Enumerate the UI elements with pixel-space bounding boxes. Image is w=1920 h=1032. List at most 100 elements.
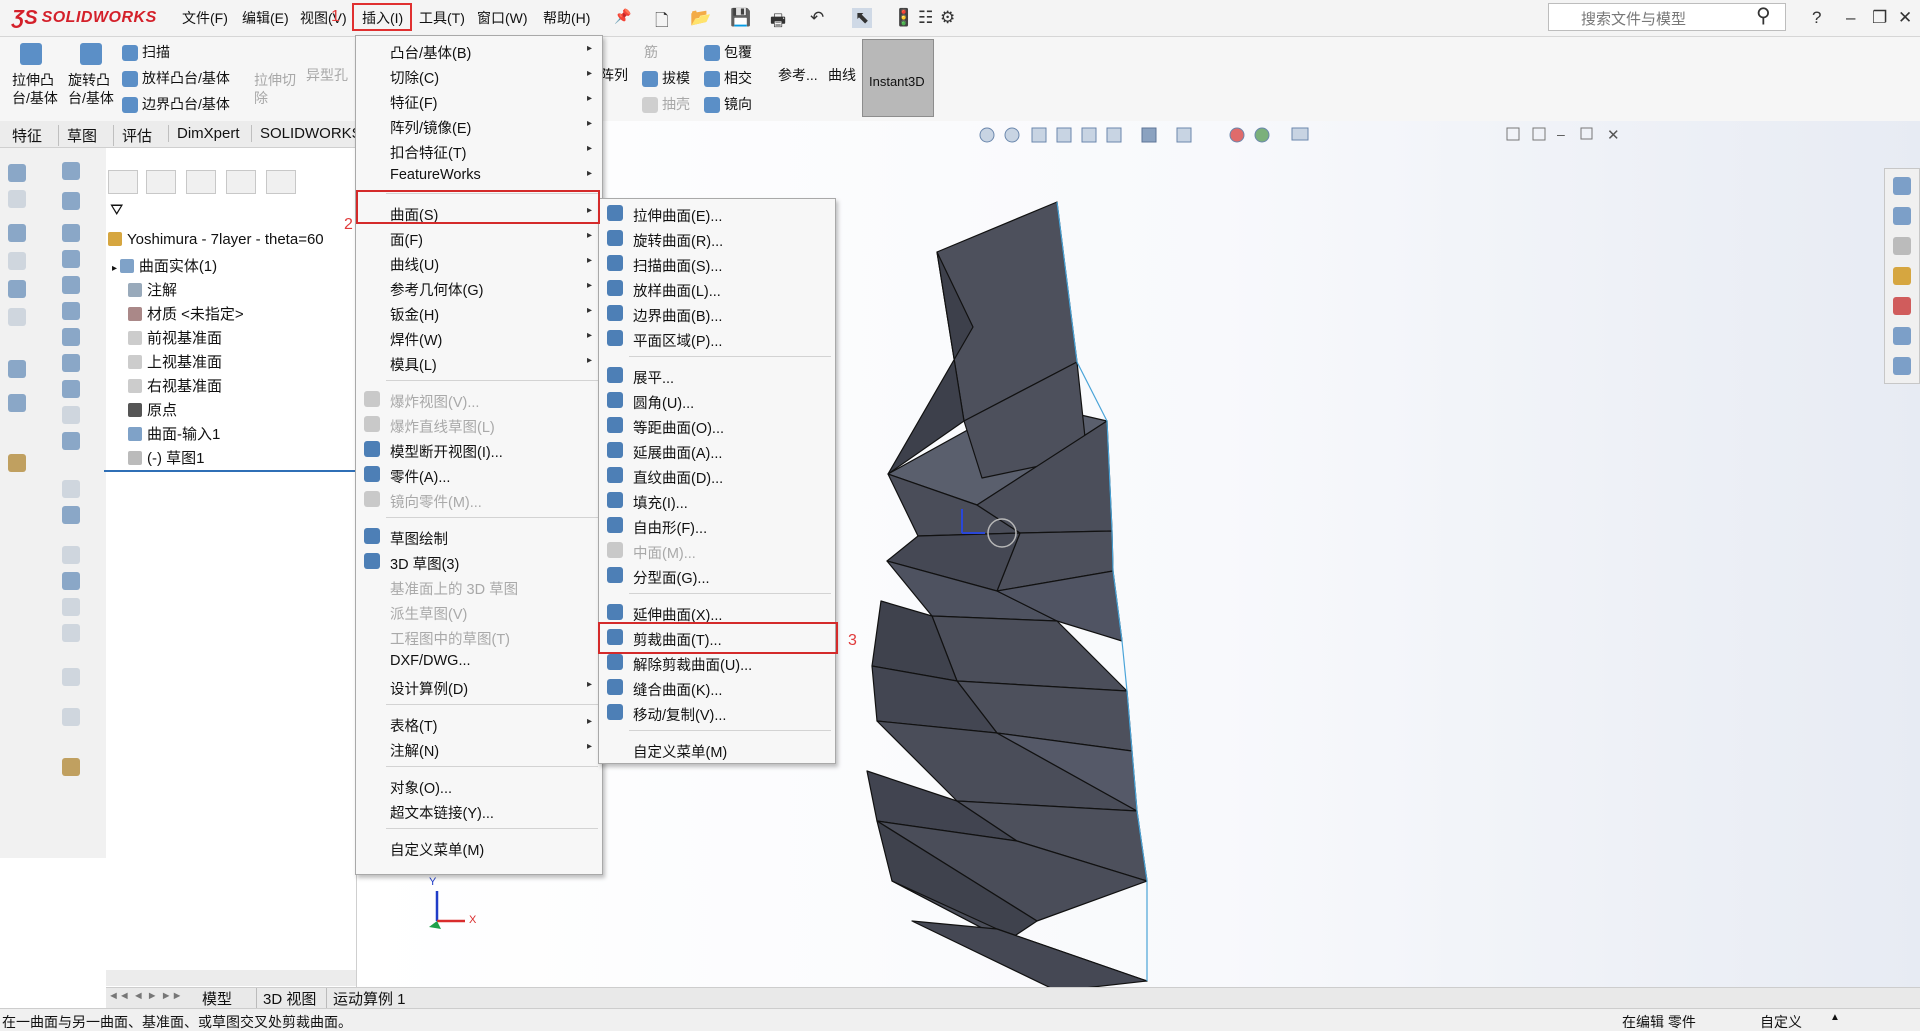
menu-edit[interactable]: 编辑(E) [242, 8, 289, 28]
surface-menu-item[interactable]: 移动/复制(V)... [599, 700, 835, 724]
insert-menu-item[interactable]: 面(F) ▸ [356, 225, 602, 249]
propertymanager-tab[interactable] [146, 170, 176, 194]
new-document-icon[interactable]: 🗋 [655, 8, 669, 37]
mirror-entities-icon[interactable] [62, 624, 80, 642]
boundary-button[interactable]: 边界凸台/基体 [122, 94, 230, 114]
apply-scene-icon[interactable] [1254, 127, 1270, 143]
revolve-tool-icon[interactable] [8, 190, 26, 208]
tree-item-material[interactable]: 材质 <未指定> [128, 303, 244, 324]
options-gear-icon[interactable]: ⚙ [940, 8, 955, 28]
tree-item-right-plane[interactable]: 右视基准面 [128, 375, 222, 396]
surface-menu-item[interactable]: 等距曲面(O)... [599, 413, 835, 437]
text-icon[interactable] [62, 506, 80, 524]
circle-icon[interactable] [62, 302, 80, 320]
insert-menu-item[interactable]: FeatureWorks ▸ [356, 163, 602, 187]
insert-menu-item[interactable]: 参考几何体(G) ▸ [356, 275, 602, 299]
line-icon[interactable] [62, 162, 80, 180]
insert-menu-item[interactable]: 注解(N) ▸ [356, 736, 602, 760]
home-icon[interactable] [1893, 177, 1911, 195]
intersect-button[interactable]: 相交 [704, 68, 752, 88]
open-file-icon[interactable]: 📂 [690, 8, 711, 28]
pattern-tool-icon[interactable] [8, 360, 26, 378]
forum-icon[interactable] [1893, 357, 1911, 375]
surface-menu-item[interactable]: 展平... [599, 363, 835, 387]
cut-tool-icon[interactable] [8, 252, 26, 270]
extrude-cut-button[interactable]: 拉伸切 除 [254, 71, 296, 107]
tree-item-surface-bodies[interactable]: ▸ 曲面实体(1) [112, 255, 217, 276]
insert-menu-item[interactable]: 爆炸直线草图(L) [356, 412, 602, 436]
tree-item-top-plane[interactable]: 上视基准面 [128, 351, 222, 372]
units-dropdown-arrow-icon[interactable]: ▲ [1830, 1012, 1840, 1023]
tree-item-origin[interactable]: 原点 [128, 399, 177, 420]
edit-appearance-icon[interactable] [1229, 127, 1245, 143]
surface-menu-item[interactable]: 延伸曲面(X)... [599, 600, 835, 624]
insert-menu-item[interactable]: 爆炸视图(V)... [356, 387, 602, 411]
surface-menu-item[interactable]: 平面区域(P)... [599, 326, 835, 350]
draft-button[interactable]: 拔模 [642, 68, 690, 88]
view-orientation-icon[interactable] [1106, 127, 1122, 143]
design-library-icon[interactable] [1893, 207, 1911, 225]
loft-button[interactable]: 放样凸台/基体 [122, 68, 230, 88]
curve-tool-icon[interactable] [8, 394, 26, 412]
insert-menu-item[interactable]: 焊件(W) ▸ [356, 325, 602, 349]
status-units-custom[interactable]: 自定义 [1760, 1012, 1802, 1032]
relations-icon[interactable] [62, 668, 80, 686]
sketch-line-icon[interactable] [62, 224, 80, 242]
shell-button[interactable]: 抽壳 [642, 94, 690, 114]
slot-icon[interactable] [62, 276, 80, 294]
extrude-tool-icon[interactable] [8, 164, 26, 182]
insert-menu-item[interactable]: 对象(O)... [356, 773, 602, 797]
tab-evaluate[interactable]: 评估 [113, 125, 152, 146]
tab-3d-view[interactable]: 3D 视图 [256, 988, 316, 1009]
surface-menu-item[interactable]: 填充(I)... [599, 488, 835, 512]
tree-root[interactable]: Yoshimura - 7layer - theta=60 [108, 231, 324, 248]
tab-sketch[interactable]: 草图 [58, 125, 97, 146]
quick-snaps-icon[interactable] [62, 758, 80, 776]
dimxpertmanager-tab[interactable] [226, 170, 256, 194]
hole-wizard-button[interactable]: 异型孔 [306, 65, 348, 85]
instant3d-tool-icon[interactable] [8, 454, 26, 472]
insert-menu-item[interactable]: 草图绘制 [356, 524, 602, 548]
insert-menu-item[interactable]: 超文本链接(Y)... [356, 798, 602, 822]
pattern-button[interactable]: 阵列 [600, 65, 628, 85]
insert-menu-item[interactable]: 模型断开视图(I)... [356, 437, 602, 461]
section-view-icon[interactable] [1056, 127, 1072, 143]
rectangle-icon[interactable] [62, 250, 80, 268]
insert-menu-item[interactable]: 基准面上的 3D 草图 [356, 574, 602, 598]
insert-menu-item[interactable]: 3D 草图(3) [356, 549, 602, 573]
hide-show-items-icon[interactable] [1176, 127, 1192, 143]
featuremanager-tab[interactable] [108, 170, 138, 194]
insert-menu-item[interactable]: 曲线(U) ▸ [356, 250, 602, 274]
surface-menu-item[interactable]: 边界曲面(B)... [599, 301, 835, 325]
rollback-bar[interactable] [104, 470, 356, 472]
view-palette-icon[interactable] [1893, 267, 1911, 285]
fillet-sketch-icon[interactable] [62, 406, 80, 424]
tree-item-annotations[interactable]: 注解 [128, 279, 177, 300]
insert-menu-item[interactable]: 钣金(H) ▸ [356, 300, 602, 324]
surface-menu-item[interactable]: 旋转曲面(R)... [599, 226, 835, 250]
restore-icon[interactable]: ❐ [1872, 8, 1887, 28]
display-style-icon[interactable] [1141, 127, 1157, 143]
tab-motion-study[interactable]: 运动算例 1 [326, 988, 406, 1009]
zoom-to-fit-icon[interactable] [979, 127, 995, 143]
insert-menu-item[interactable]: 凸台/基体(B) ▸ [356, 38, 602, 62]
undo-icon[interactable]: ↶ [810, 8, 824, 28]
displaymanager-tab[interactable] [266, 170, 296, 194]
tab-model[interactable]: 模型 [202, 988, 232, 1009]
solidworks-logo[interactable]: ƷS SOLIDWORKS [12, 6, 157, 30]
filter-icon[interactable]: ⛛ [110, 202, 123, 220]
custom-properties-icon[interactable] [1893, 327, 1911, 345]
insert-menu-item[interactable]: 工程图中的草图(T) [356, 624, 602, 648]
dynamic-annotation-icon[interactable] [1081, 127, 1097, 143]
appearances-icon[interactable] [1893, 297, 1911, 315]
help-icon[interactable]: ? [1812, 8, 1821, 28]
fillet-tool-icon[interactable] [8, 280, 26, 298]
surface-menu-item[interactable]: 自定义菜单(M) [599, 737, 835, 761]
spline-icon[interactable] [62, 354, 80, 372]
rebuild-icon[interactable]: 🚦 [893, 8, 914, 28]
print-icon[interactable]: 🖶 [770, 8, 786, 37]
viewport-minimize-icon[interactable]: – [1557, 126, 1565, 142]
close-icon[interactable]: ✕ [1898, 8, 1912, 28]
surface-menu-item[interactable]: 扫描曲面(S)... [599, 251, 835, 275]
instant3d-button[interactable]: Instant3D [862, 39, 934, 117]
